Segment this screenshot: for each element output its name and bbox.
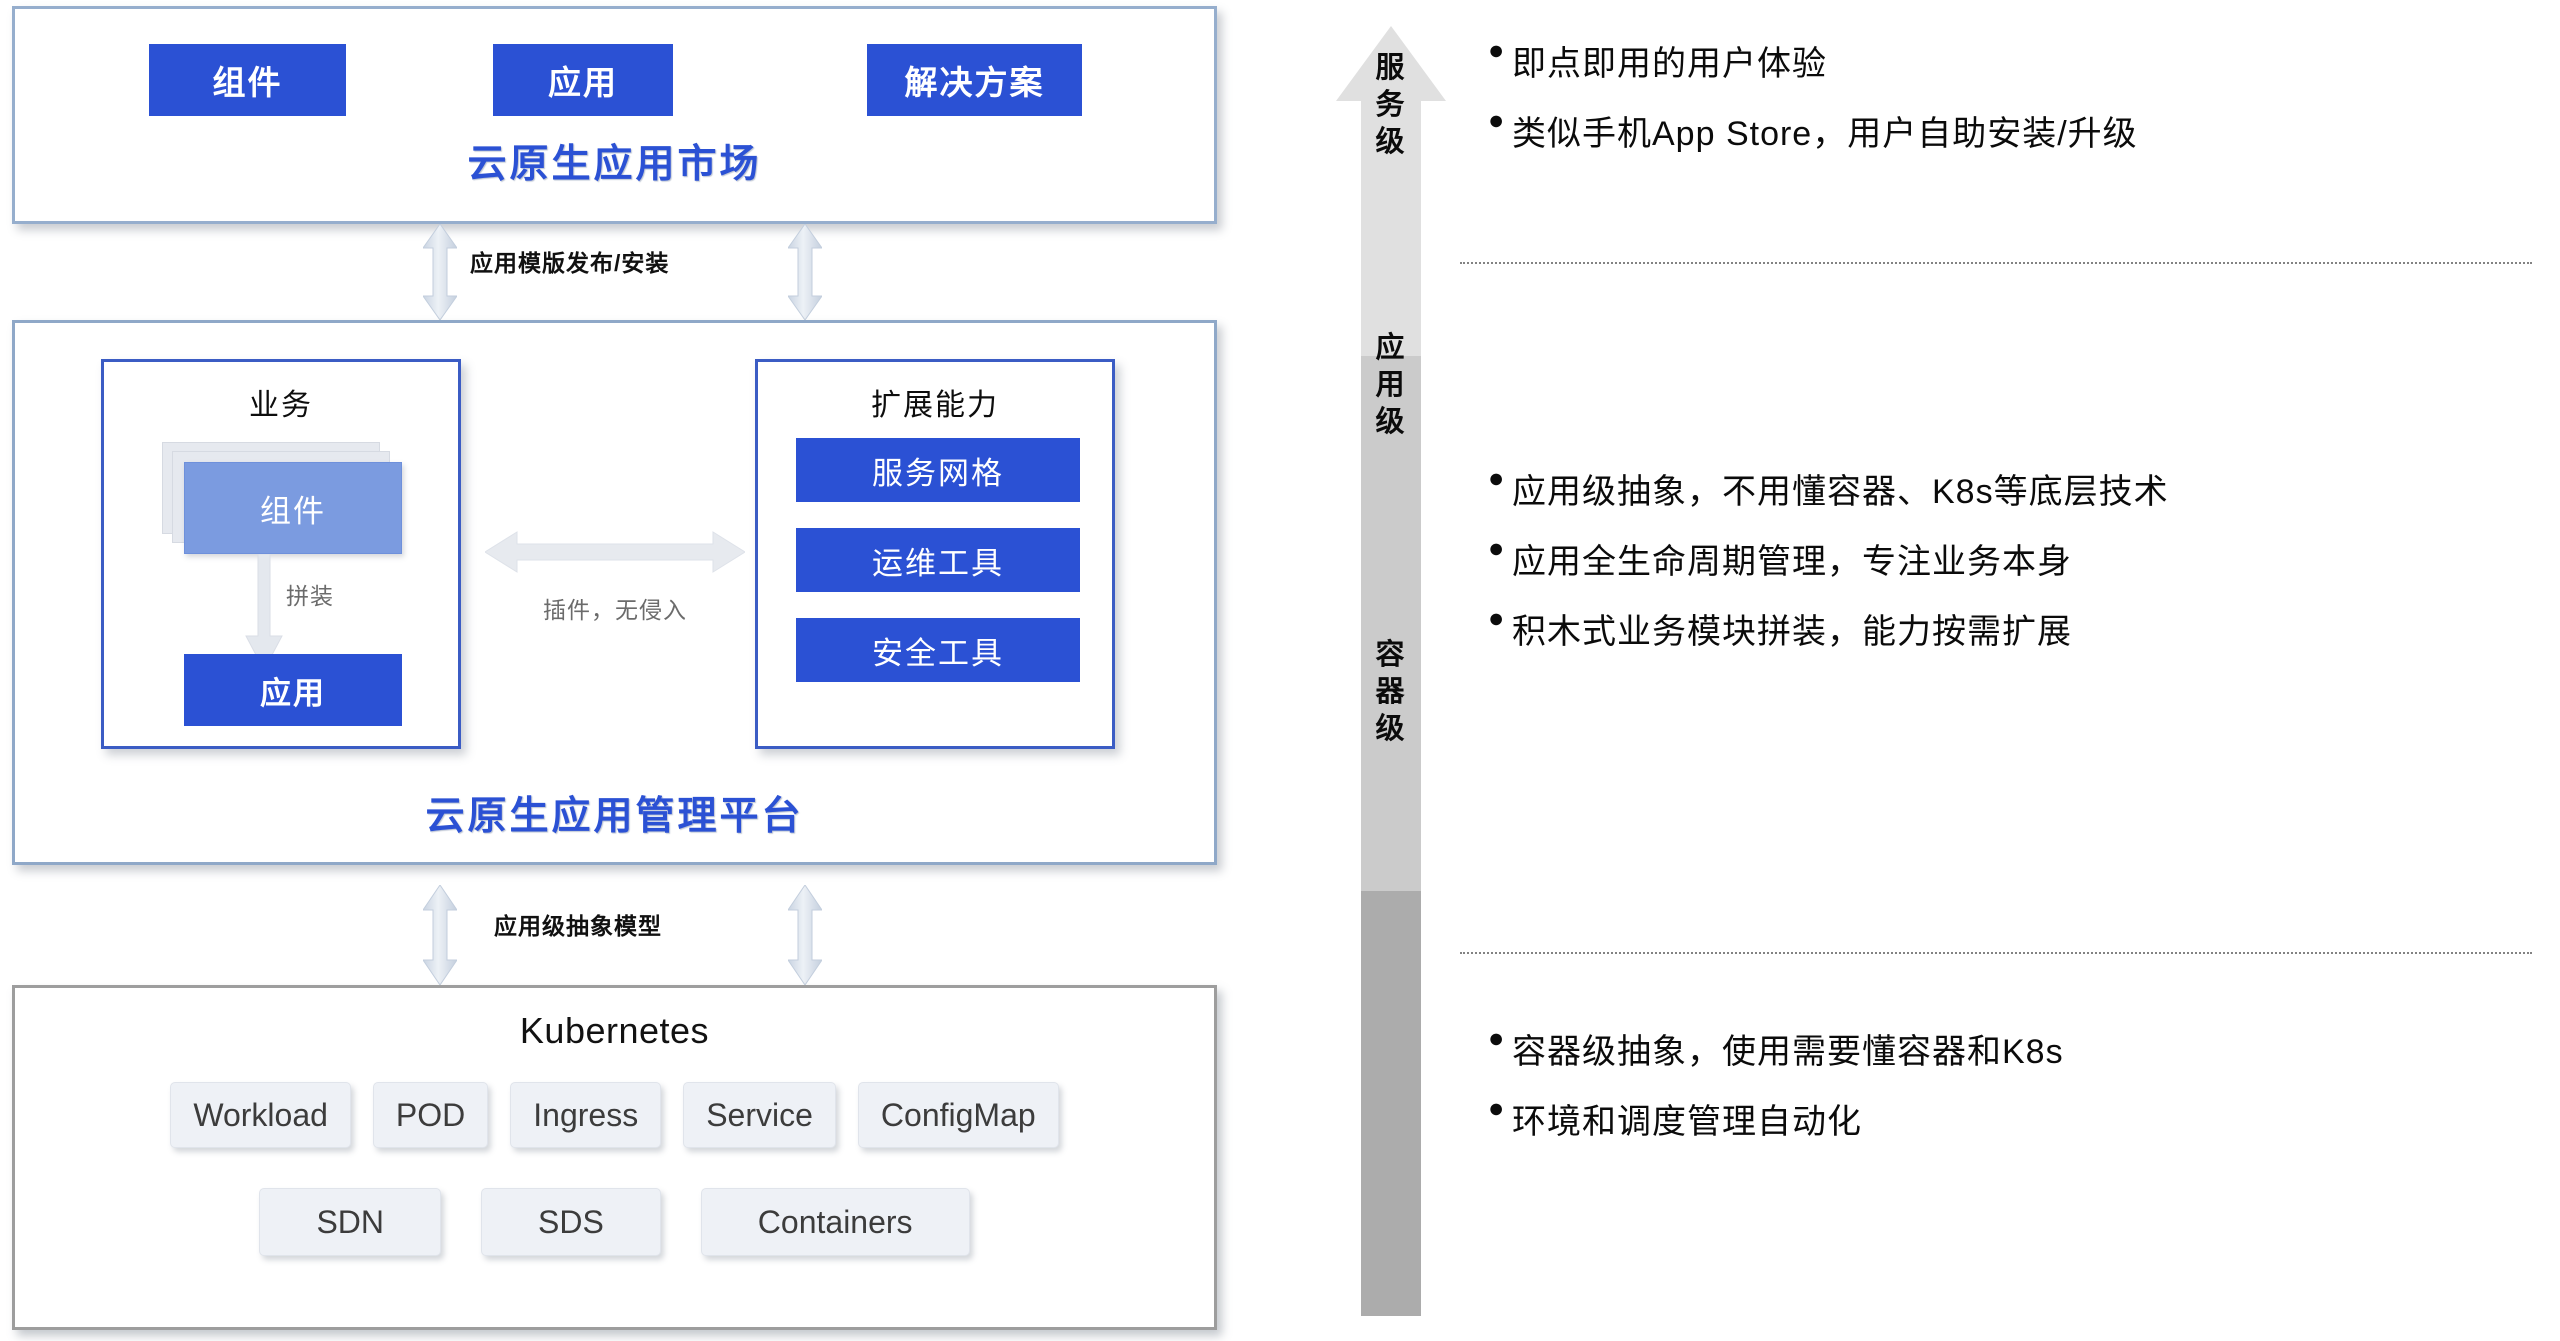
bullet-dot-icon: ● <box>1488 533 1506 563</box>
double-arrow-vertical-icon <box>788 224 822 320</box>
connector-top-label: 应用模版发布/安装 <box>470 250 670 276</box>
k8s-tile-containers: Containers <box>700 1188 970 1256</box>
marketplace-chip-solution: 解决方案 <box>867 44 1082 116</box>
bullet-item: ● 应用级抽象，不用懂容器、K8s等底层技术 <box>1488 464 2169 513</box>
bullet-item: ● 即点即用的用户体验 <box>1488 36 2138 85</box>
bullet-text: 应用级抽象，不用懂容器、K8s等底层技术 <box>1512 473 2169 511</box>
bullet-item: ● 积木式业务模块拼装，能力按需扩展 <box>1488 604 2169 653</box>
k8s-tile-ingress: Ingress <box>510 1082 662 1148</box>
bullet-dot-icon: ● <box>1488 1093 1506 1123</box>
application-level-bullets: ● 应用级抽象，不用懂容器、K8s等底层技术 ● 应用全生命周期管理，专注业务本… <box>1488 464 2169 674</box>
extension-capability-box: 扩展能力 服务网格 运维工具 安全工具 <box>755 359 1115 749</box>
platform-title: 云原生应用管理平台 <box>425 795 804 838</box>
assemble-down-arrow-icon <box>244 553 284 672</box>
kubernetes-panel: Kubernetes Workload POD Ingress Service … <box>12 985 1217 1330</box>
service-level-bullets: ● 即点即用的用户体验 ● 类似手机App Store，用户自助安装/升级 <box>1488 36 2138 176</box>
bullet-text: 容器级抽象，使用需要懂容器和K8s <box>1512 1033 2064 1071</box>
marketplace-chip-row: 组件 应用 解决方案 <box>15 44 1214 116</box>
bullet-text: 即点即用的用户体验 <box>1512 45 1827 83</box>
bullet-dot-icon: ● <box>1488 603 1506 633</box>
bullet-text: 环境和调度管理自动化 <box>1512 1103 1862 1141</box>
double-arrow-vertical-icon <box>423 885 457 985</box>
business-box: 业务 组件 拼装 应用 <box>101 359 461 749</box>
bullet-item: ● 类似手机App Store，用户自助安装/升级 <box>1488 106 2138 155</box>
level-label-service: 服务级 <box>1375 52 1407 159</box>
bullet-item: ● 环境和调度管理自动化 <box>1488 1094 2064 1143</box>
bullet-text: 应用全生命周期管理，专注业务本身 <box>1512 543 2072 581</box>
double-arrow-vertical-icon <box>788 885 822 985</box>
bullet-text: 积木式业务模块拼装，能力按需扩展 <box>1512 613 2072 651</box>
level-separator-top <box>1460 262 2532 264</box>
k8s-tile-service: Service <box>683 1082 836 1148</box>
marketplace-chip-component: 组件 <box>149 44 346 116</box>
k8s-tile-configmap: ConfigMap <box>857 1082 1059 1148</box>
bullet-text: 类似手机App Store，用户自助安装/升级 <box>1512 115 2138 153</box>
application-card: 应用 <box>184 654 402 726</box>
level-separator-bottom <box>1460 952 2532 954</box>
bullet-dot-icon: ● <box>1488 105 1506 135</box>
double-arrow-vertical-icon <box>423 224 457 320</box>
levels-column: 服务级 应用级 容器级 ● 即点即用的用户体验 ● 类似手机App Store，… <box>1270 0 2560 1341</box>
double-arrow-horizontal-icon <box>484 529 746 575</box>
plugin-link-label: 插件，无侵入 <box>543 597 687 623</box>
extension-item-ops-tools: 运维工具 <box>796 528 1080 592</box>
level-label-application: 应用级 <box>1375 332 1407 439</box>
connector-bottom-label: 应用级抽象模型 <box>494 913 662 939</box>
kubernetes-title: Kubernetes <box>519 1010 710 1051</box>
extension-box-title: 扩展能力 <box>871 389 999 422</box>
level-label-container: 容器级 <box>1375 639 1407 746</box>
k8s-tile-sds: SDS <box>481 1188 661 1256</box>
bullet-item: ● 应用全生命周期管理，专注业务本身 <box>1488 534 2169 583</box>
assemble-label: 拼装 <box>286 583 334 609</box>
extension-item-security-tools: 安全工具 <box>796 618 1080 682</box>
bullet-dot-icon: ● <box>1488 35 1506 65</box>
k8s-tile-workload: Workload <box>170 1082 351 1148</box>
connector-marketplace-platform: 应用模版发布/安装 <box>0 224 1205 320</box>
component-card-front: 组件 <box>184 462 402 554</box>
marketplace-panel: 组件 应用 解决方案 云原生应用市场 <box>12 6 1217 224</box>
business-box-title: 业务 <box>249 389 313 422</box>
container-level-bullets: ● 容器级抽象，使用需要懂容器和K8s ● 环境和调度管理自动化 <box>1488 1024 2064 1164</box>
kubernetes-resource-row-2: SDN SDS Containers <box>15 1188 1214 1256</box>
bullet-dot-icon: ● <box>1488 463 1506 493</box>
architecture-diagram-column: 组件 应用 解决方案 云原生应用市场 应用模版发布/安装 业务 组件 拼装 应用… <box>0 0 1270 1341</box>
bullet-dot-icon: ● <box>1488 1023 1506 1053</box>
k8s-tile-sdn: SDN <box>259 1188 441 1256</box>
component-card-stack: 组件 <box>162 442 402 554</box>
extension-item-service-mesh: 服务网格 <box>796 438 1080 502</box>
platform-panel: 业务 组件 拼装 应用 插件，无侵入 扩展能力 服务网格 运维工具 安全工具 云… <box>12 320 1217 865</box>
marketplace-chip-application: 应用 <box>493 44 673 116</box>
connector-platform-kubernetes: 应用级抽象模型 <box>0 885 1205 985</box>
k8s-tile-pod: POD <box>372 1082 489 1148</box>
kubernetes-resource-row-1: Workload POD Ingress Service ConfigMap <box>15 1082 1214 1148</box>
marketplace-title: 云原生应用市场 <box>467 143 762 186</box>
bullet-item: ● 容器级抽象，使用需要懂容器和K8s <box>1488 1024 2064 1073</box>
